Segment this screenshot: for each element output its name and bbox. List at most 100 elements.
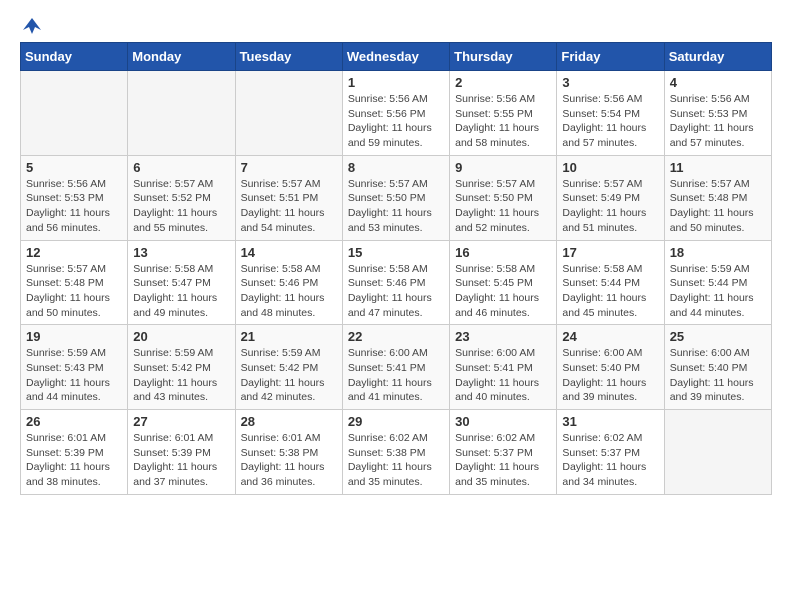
calendar-day-cell: 15 Sunrise: 5:58 AM Sunset: 5:46 PM Dayli… xyxy=(342,240,449,325)
weekday-header: Saturday xyxy=(664,43,771,71)
day-number: 20 xyxy=(133,329,229,344)
day-number: 7 xyxy=(241,160,337,175)
day-info: Sunrise: 6:01 AM Sunset: 5:39 PM Dayligh… xyxy=(133,431,229,490)
day-number: 6 xyxy=(133,160,229,175)
day-info: Sunrise: 6:00 AM Sunset: 5:40 PM Dayligh… xyxy=(670,346,766,405)
calendar-day-cell: 29 Sunrise: 6:02 AM Sunset: 5:38 PM Dayli… xyxy=(342,410,449,495)
day-info: Sunrise: 5:58 AM Sunset: 5:45 PM Dayligh… xyxy=(455,262,551,321)
day-number: 28 xyxy=(241,414,337,429)
calendar-day-cell: 4 Sunrise: 5:56 AM Sunset: 5:53 PM Daylig… xyxy=(664,71,771,156)
day-info: Sunrise: 5:57 AM Sunset: 5:48 PM Dayligh… xyxy=(26,262,122,321)
day-info: Sunrise: 6:01 AM Sunset: 5:38 PM Dayligh… xyxy=(241,431,337,490)
calendar-day-cell: 28 Sunrise: 6:01 AM Sunset: 5:38 PM Dayli… xyxy=(235,410,342,495)
calendar-day-cell: 25Sunrise: 6:00 AM Sunset: 5:40 PM Dayli… xyxy=(664,325,771,410)
calendar-table: SundayMondayTuesdayWednesdayThursdayFrid… xyxy=(20,42,772,495)
day-info: Sunrise: 5:59 AM Sunset: 5:42 PM Dayligh… xyxy=(241,346,337,405)
day-number: 22 xyxy=(348,329,444,344)
day-number: 18 xyxy=(670,245,766,260)
day-number: 4 xyxy=(670,75,766,90)
day-info: Sunrise: 5:56 AM Sunset: 5:54 PM Dayligh… xyxy=(562,92,658,151)
day-number: 31 xyxy=(562,414,658,429)
page: SundayMondayTuesdayWednesdayThursdayFrid… xyxy=(0,0,792,612)
day-number: 12 xyxy=(26,245,122,260)
calendar-week-row: 12 Sunrise: 5:57 AM Sunset: 5:48 PM Dayli… xyxy=(21,240,772,325)
weekday-header: Thursday xyxy=(450,43,557,71)
day-number: 14 xyxy=(241,245,337,260)
calendar-day-cell xyxy=(128,71,235,156)
day-info: Sunrise: 5:57 AM Sunset: 5:50 PM Dayligh… xyxy=(455,177,551,236)
calendar-day-cell: 23Sunrise: 6:00 AM Sunset: 5:41 PM Dayli… xyxy=(450,325,557,410)
day-info: Sunrise: 6:01 AM Sunset: 5:39 PM Dayligh… xyxy=(26,431,122,490)
day-number: 15 xyxy=(348,245,444,260)
day-info: Sunrise: 6:00 AM Sunset: 5:41 PM Dayligh… xyxy=(348,346,444,405)
day-number: 11 xyxy=(670,160,766,175)
day-number: 9 xyxy=(455,160,551,175)
day-number: 17 xyxy=(562,245,658,260)
logo xyxy=(20,16,43,34)
calendar-week-row: 26 Sunrise: 6:01 AM Sunset: 5:39 PM Dayli… xyxy=(21,410,772,495)
calendar-week-row: 1 Sunrise: 5:56 AM Sunset: 5:56 PM Daylig… xyxy=(21,71,772,156)
calendar-day-cell: 12 Sunrise: 5:57 AM Sunset: 5:48 PM Dayli… xyxy=(21,240,128,325)
weekday-header: Tuesday xyxy=(235,43,342,71)
day-info: Sunrise: 5:58 AM Sunset: 5:44 PM Dayligh… xyxy=(562,262,658,321)
calendar-day-cell: 1 Sunrise: 5:56 AM Sunset: 5:56 PM Daylig… xyxy=(342,71,449,156)
calendar-day-cell: 8 Sunrise: 5:57 AM Sunset: 5:50 PM Daylig… xyxy=(342,155,449,240)
calendar-week-row: 5Sunrise: 5:56 AM Sunset: 5:53 PM Daylig… xyxy=(21,155,772,240)
calendar-day-cell: 21 Sunrise: 5:59 AM Sunset: 5:42 PM Dayli… xyxy=(235,325,342,410)
calendar-day-cell: 18Sunrise: 5:59 AM Sunset: 5:44 PM Dayli… xyxy=(664,240,771,325)
day-number: 5 xyxy=(26,160,122,175)
day-number: 3 xyxy=(562,75,658,90)
day-info: Sunrise: 5:58 AM Sunset: 5:47 PM Dayligh… xyxy=(133,262,229,321)
weekday-header: Friday xyxy=(557,43,664,71)
calendar-day-cell: 30Sunrise: 6:02 AM Sunset: 5:37 PM Dayli… xyxy=(450,410,557,495)
day-number: 1 xyxy=(348,75,444,90)
day-info: Sunrise: 5:56 AM Sunset: 5:53 PM Dayligh… xyxy=(670,92,766,151)
calendar-day-cell xyxy=(21,71,128,156)
calendar-week-row: 19Sunrise: 5:59 AM Sunset: 5:43 PM Dayli… xyxy=(21,325,772,410)
day-info: Sunrise: 5:56 AM Sunset: 5:56 PM Dayligh… xyxy=(348,92,444,151)
weekday-header: Monday xyxy=(128,43,235,71)
calendar-day-cell: 26 Sunrise: 6:01 AM Sunset: 5:39 PM Dayli… xyxy=(21,410,128,495)
day-number: 8 xyxy=(348,160,444,175)
calendar-day-cell: 3 Sunrise: 5:56 AM Sunset: 5:54 PM Daylig… xyxy=(557,71,664,156)
day-number: 24 xyxy=(562,329,658,344)
calendar-day-cell: 20 Sunrise: 5:59 AM Sunset: 5:42 PM Dayli… xyxy=(128,325,235,410)
calendar-day-cell: 17 Sunrise: 5:58 AM Sunset: 5:44 PM Dayli… xyxy=(557,240,664,325)
day-info: Sunrise: 5:57 AM Sunset: 5:51 PM Dayligh… xyxy=(241,177,337,236)
calendar-day-cell: 2 Sunrise: 5:56 AM Sunset: 5:55 PM Daylig… xyxy=(450,71,557,156)
day-number: 26 xyxy=(26,414,122,429)
header xyxy=(20,16,772,34)
day-info: Sunrise: 5:57 AM Sunset: 5:52 PM Dayligh… xyxy=(133,177,229,236)
calendar-day-cell: 10Sunrise: 5:57 AM Sunset: 5:49 PM Dayli… xyxy=(557,155,664,240)
calendar-day-cell: 5Sunrise: 5:56 AM Sunset: 5:53 PM Daylig… xyxy=(21,155,128,240)
calendar-day-cell: 14 Sunrise: 5:58 AM Sunset: 5:46 PM Dayli… xyxy=(235,240,342,325)
day-info: Sunrise: 6:00 AM Sunset: 5:41 PM Dayligh… xyxy=(455,346,551,405)
day-info: Sunrise: 5:56 AM Sunset: 5:55 PM Dayligh… xyxy=(455,92,551,151)
day-number: 16 xyxy=(455,245,551,260)
calendar-day-cell: 24 Sunrise: 6:00 AM Sunset: 5:40 PM Dayli… xyxy=(557,325,664,410)
day-info: Sunrise: 5:57 AM Sunset: 5:48 PM Dayligh… xyxy=(670,177,766,236)
day-info: Sunrise: 5:58 AM Sunset: 5:46 PM Dayligh… xyxy=(348,262,444,321)
calendar-day-cell: 22 Sunrise: 6:00 AM Sunset: 5:41 PM Dayli… xyxy=(342,325,449,410)
day-info: Sunrise: 5:57 AM Sunset: 5:49 PM Dayligh… xyxy=(562,177,658,236)
calendar-day-cell: 7 Sunrise: 5:57 AM Sunset: 5:51 PM Daylig… xyxy=(235,155,342,240)
day-number: 21 xyxy=(241,329,337,344)
day-number: 27 xyxy=(133,414,229,429)
day-info: Sunrise: 5:57 AM Sunset: 5:50 PM Dayligh… xyxy=(348,177,444,236)
calendar-day-cell: 9 Sunrise: 5:57 AM Sunset: 5:50 PM Daylig… xyxy=(450,155,557,240)
calendar-day-cell xyxy=(664,410,771,495)
day-info: Sunrise: 6:02 AM Sunset: 5:38 PM Dayligh… xyxy=(348,431,444,490)
day-number: 29 xyxy=(348,414,444,429)
calendar-day-cell: 27 Sunrise: 6:01 AM Sunset: 5:39 PM Dayli… xyxy=(128,410,235,495)
calendar-header-row: SundayMondayTuesdayWednesdayThursdayFrid… xyxy=(21,43,772,71)
day-info: Sunrise: 6:02 AM Sunset: 5:37 PM Dayligh… xyxy=(562,431,658,490)
day-info: Sunrise: 6:00 AM Sunset: 5:40 PM Dayligh… xyxy=(562,346,658,405)
calendar-day-cell: 31 Sunrise: 6:02 AM Sunset: 5:37 PM Dayli… xyxy=(557,410,664,495)
day-info: Sunrise: 5:58 AM Sunset: 5:46 PM Dayligh… xyxy=(241,262,337,321)
day-info: Sunrise: 5:59 AM Sunset: 5:42 PM Dayligh… xyxy=(133,346,229,405)
day-number: 2 xyxy=(455,75,551,90)
logo-bird-icon xyxy=(21,16,43,38)
calendar-day-cell: 11 Sunrise: 5:57 AM Sunset: 5:48 PM Dayli… xyxy=(664,155,771,240)
day-number: 13 xyxy=(133,245,229,260)
day-info: Sunrise: 5:59 AM Sunset: 5:43 PM Dayligh… xyxy=(26,346,122,405)
